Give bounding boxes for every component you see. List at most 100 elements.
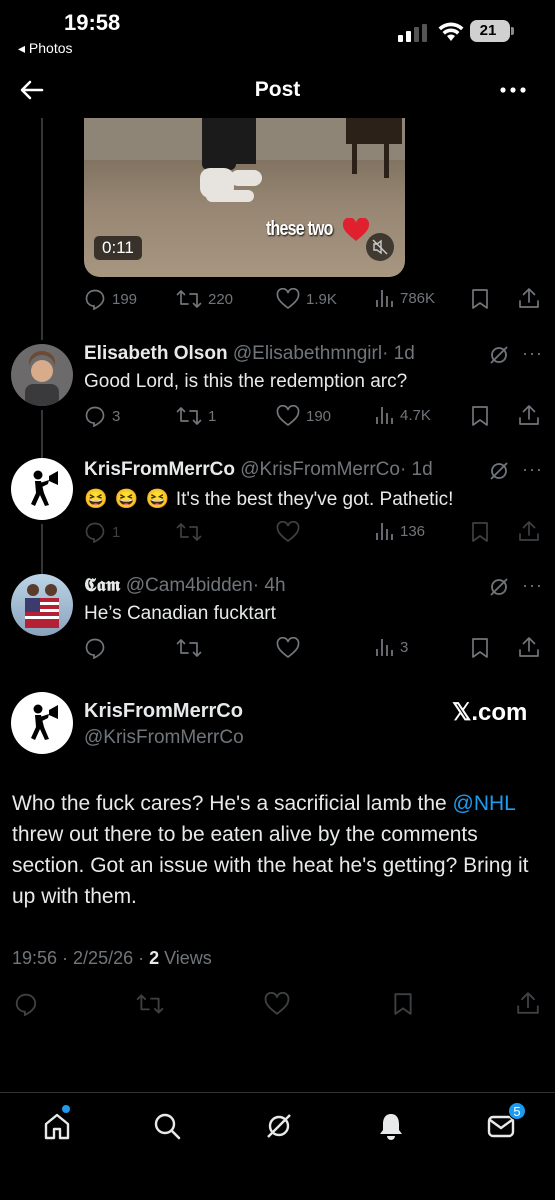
views-icon	[376, 639, 393, 656]
like-button[interactable]	[276, 637, 300, 659]
share-icon[interactable]	[518, 636, 540, 658]
reply-button[interactable]: 3	[84, 405, 120, 427]
repost-button[interactable]: 220	[176, 288, 233, 310]
video-player[interactable]: these two 0:11	[84, 118, 405, 277]
bottom-nav: 5	[0, 1092, 555, 1200]
back-arrow-icon[interactable]	[18, 76, 46, 104]
views-count: 3	[400, 638, 409, 656]
video-caption: these two	[266, 218, 333, 240]
like-icon	[276, 405, 300, 427]
share-icon[interactable]	[518, 520, 540, 542]
repost-icon	[176, 639, 202, 657]
like-count: 1.9K	[306, 290, 337, 308]
post-meta: 19:56 · 2/25/26 · 2 Views	[12, 948, 212, 969]
repost-icon	[176, 523, 202, 541]
back-to-photos-link[interactable]: ◂ Photos	[18, 40, 73, 57]
views-button[interactable]: 3	[374, 637, 408, 657]
views-number[interactable]: 2	[149, 948, 159, 968]
main-author-handle[interactable]: @KrisFromMerrCo	[84, 727, 244, 749]
views-button[interactable]: 4.7K	[374, 405, 431, 425]
battery-icon: 21	[470, 20, 514, 42]
thread-line	[41, 524, 43, 574]
like-button[interactable]	[264, 992, 290, 1016]
bookmark-icon[interactable]	[470, 288, 490, 310]
reply-button[interactable]	[14, 992, 38, 1016]
bookmark-icon[interactable]	[470, 405, 490, 427]
repost-icon	[176, 407, 202, 425]
avatar[interactable]	[11, 692, 73, 754]
bookmark-icon[interactable]	[392, 992, 414, 1016]
more-icon[interactable]: ···	[522, 575, 543, 596]
wifi-icon	[438, 22, 464, 42]
cellular-signal-icon	[398, 24, 430, 42]
reply-text-body: It's the best they've got. Pathetic!	[175, 489, 454, 510]
reply-icon	[85, 289, 105, 310]
home-icon[interactable]	[42, 1111, 72, 1141]
more-icon[interactable]	[498, 76, 528, 104]
more-icon[interactable]: ···	[522, 459, 543, 480]
share-icon[interactable]	[518, 287, 540, 309]
avatar[interactable]	[11, 344, 73, 406]
laughing-emoji: 😆 😆 😆	[84, 489, 171, 510]
repost-icon	[176, 290, 202, 308]
like-button[interactable]	[276, 521, 300, 543]
reply-text: Good Lord, is this the redemption arc?	[84, 371, 408, 392]
repost-icon	[136, 994, 164, 1014]
views-icon	[376, 290, 393, 307]
like-button[interactable]: 1.9K	[276, 288, 337, 310]
post-text-part: Who the fuck cares? He's a sacrificial l…	[12, 792, 453, 815]
like-icon	[264, 992, 290, 1015]
repost-button[interactable]	[176, 521, 202, 543]
author-name: KrisFromMerrCo	[84, 459, 235, 480]
post-time: · 1d	[382, 343, 415, 364]
share-icon[interactable]	[518, 404, 540, 426]
grok-icon[interactable]	[488, 344, 510, 366]
repost-count: 1	[208, 407, 217, 425]
grok-icon[interactable]	[488, 460, 510, 482]
share-icon[interactable]	[516, 991, 540, 1015]
reply-text: 😆 😆 😆 It's the best they've got. Patheti…	[84, 487, 453, 511]
repost-button[interactable]	[176, 637, 202, 659]
repost-count: 220	[208, 290, 234, 308]
reply-icon	[85, 406, 105, 427]
author-handle: @KrisFromMerrCo	[240, 459, 400, 480]
views-label: Views	[159, 948, 212, 968]
video-duration: 0:11	[94, 236, 142, 260]
mention-link[interactable]: @NHL	[453, 792, 516, 815]
reply-count: 1	[112, 523, 121, 541]
more-icon[interactable]: ···	[522, 343, 543, 364]
reply-icon	[85, 522, 105, 543]
avatar[interactable]	[11, 574, 73, 636]
views-count: 786K	[400, 289, 436, 307]
grok-icon[interactable]	[488, 576, 510, 598]
search-icon[interactable]	[152, 1111, 182, 1141]
reply-button[interactable]: 1	[84, 521, 120, 543]
author-handle: @Elisabethmngirl	[232, 343, 383, 364]
views-button[interactable]: 136	[374, 521, 425, 541]
reply-author[interactable]: 𝕮𝖆𝖒 @Cam4bidden· 4h	[84, 575, 286, 597]
reply-button[interactable]: 199	[84, 288, 137, 310]
reply-button[interactable]	[84, 637, 106, 659]
reply-count: 3	[112, 407, 121, 425]
reply-author[interactable]: KrisFromMerrCo @KrisFromMerrCo· 1d	[84, 459, 433, 481]
author-name: Elisabeth Olson	[84, 343, 228, 364]
author-name: 𝕮𝖆𝖒	[84, 575, 121, 596]
mute-icon[interactable]	[366, 233, 394, 261]
reply-count: 199	[112, 290, 138, 308]
post-text-part: threw out there to be eaten alive by the…	[12, 823, 529, 908]
bookmark-icon[interactable]	[470, 637, 490, 659]
like-count: 190	[306, 407, 332, 425]
bookmark-icon[interactable]	[470, 521, 490, 543]
like-button[interactable]: 190	[276, 405, 331, 427]
avatar[interactable]	[11, 458, 73, 520]
grok-icon[interactable]	[264, 1111, 294, 1141]
views-icon	[376, 523, 393, 540]
views-button[interactable]: 786K	[374, 288, 435, 308]
bell-icon[interactable]	[376, 1111, 406, 1141]
reply-author[interactable]: Elisabeth Olson @Elisabethmngirl· 1d	[84, 343, 415, 365]
x-watermark: 𝕏.com	[452, 699, 528, 726]
main-author-name[interactable]: KrisFromMerrCo	[84, 700, 243, 723]
repost-button[interactable]	[136, 992, 164, 1016]
thread-line	[41, 118, 43, 340]
repost-button[interactable]: 1	[176, 405, 216, 427]
